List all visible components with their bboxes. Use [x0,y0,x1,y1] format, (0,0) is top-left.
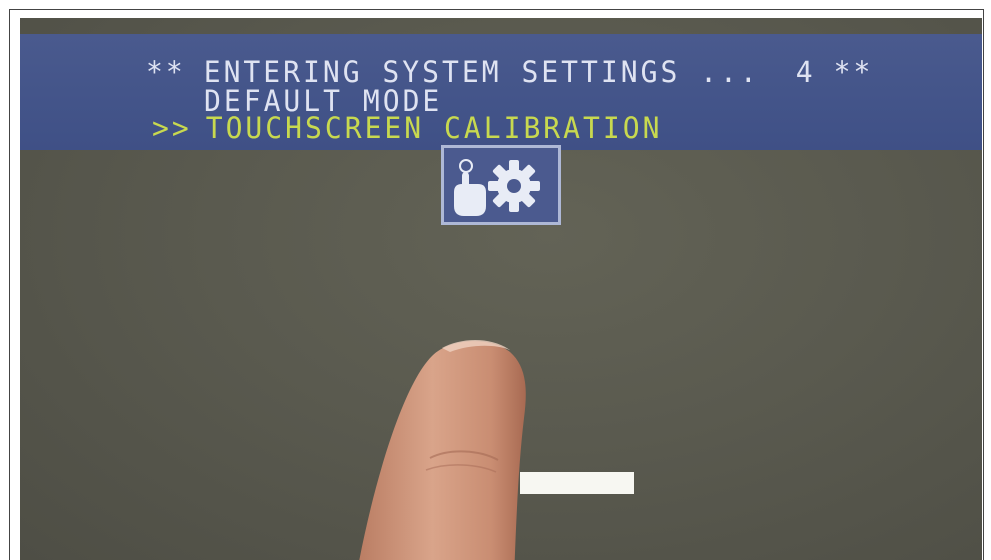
menu-item-touchscreen-calibration[interactable]: >> TOUCHSCREEN CALIBRATION [152,110,663,146]
countdown-value: 4 [795,54,816,90]
header-suffix: ** [833,54,874,90]
selection-marker: >> [152,110,192,146]
calibration-target-bar[interactable] [520,472,634,494]
menu-item-label: TOUCHSCREEN CALIBRATION [205,110,663,146]
touch-settings-icon-box[interactable] [441,145,561,225]
touch-gear-icon [444,148,558,222]
header-prefix: ** [146,54,186,90]
device-screen[interactable]: ** ENTERING SYSTEM SETTINGS ... 4 ** DEFAUL… [20,18,982,560]
finger-photo-overlay [359,340,526,560]
system-settings-header: ** ENTERING SYSTEM SETTINGS ... 4 ** DEFAUL… [20,34,982,150]
